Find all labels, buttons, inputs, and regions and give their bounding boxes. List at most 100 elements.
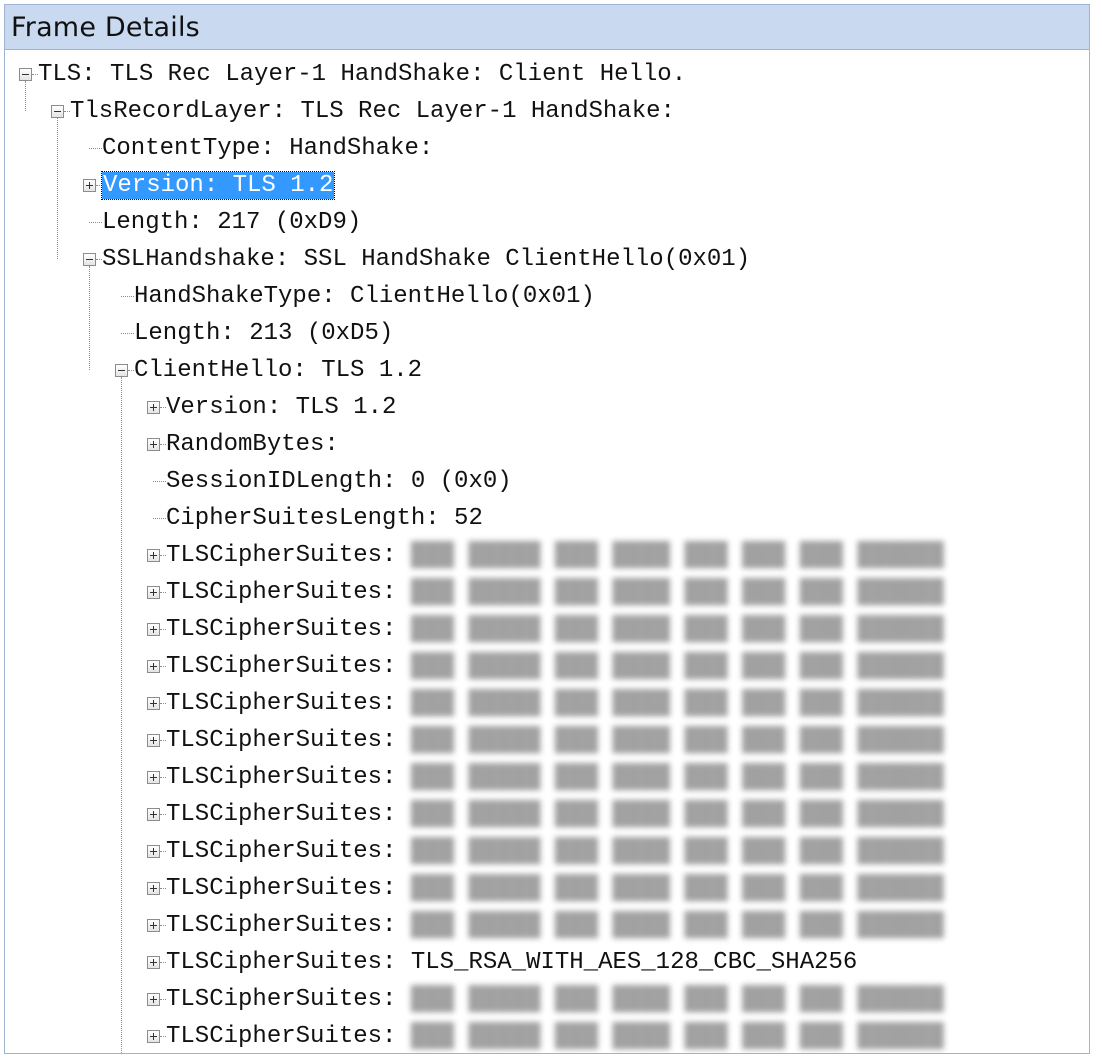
tree-node-label: TLSCipherSuites:: [166, 912, 411, 939]
redacted-cipher-suite-value: ███ █████ ███ ████ ███ ███ ███ ██████: [410, 801, 944, 828]
tree-row[interactable]: TLSCipherSuites: TLS_RSA_WITH_AES_128_CB…: [5, 944, 1089, 981]
tree-row[interactable]: TLSCipherSuites: ███ █████ ███ ████ ███ …: [5, 796, 1089, 833]
tree-node-label: TLSCipherSuites:: [166, 690, 411, 717]
tree-row[interactable]: TLSCipherSuites: ███ █████ ███ ████ ███ …: [5, 722, 1089, 759]
tree-node-label: SessionIDLength: 0 (0x0): [166, 468, 512, 495]
redacted-cipher-suite-value: ███ █████ ███ ████ ███ ███ ███ ██████: [410, 875, 944, 902]
tree-connector: [57, 118, 58, 259]
tree-row[interactable]: TLSCipherSuites: ███ █████ ███ ████ ███ …: [5, 685, 1089, 722]
tree-node-label: Version: TLS 1.2: [100, 167, 336, 204]
expand-plus-icon[interactable]: [147, 919, 160, 932]
expand-plus-icon[interactable]: [147, 401, 160, 414]
redacted-cipher-suite-value: ███ █████ ███ ████ ███ ███ ███ ██████: [410, 764, 944, 791]
tree-node-label: ClientHello: TLS 1.2: [134, 357, 423, 384]
expand-plus-icon[interactable]: [147, 697, 160, 710]
tree-connector: [121, 296, 134, 297]
expand-plus-icon[interactable]: [147, 549, 160, 562]
tree-node-label: TLSCipherSuites:: [166, 838, 411, 865]
expand-plus-icon[interactable]: [147, 438, 160, 451]
tree-node-label: TLSCipherSuites:: [166, 949, 411, 976]
redacted-cipher-suite-value: ███ █████ ███ ████ ███ ███ ███ ██████: [410, 838, 944, 865]
tree-row[interactable]: RandomBytes:: [5, 426, 1089, 463]
tree-row[interactable]: TLSCipherSuites: ███ █████ ███ ████ ███ …: [5, 759, 1089, 796]
tree-node-label: TLSCipherSuites:: [166, 875, 411, 902]
tree-node-label: TLSCipherSuites:: [166, 653, 411, 680]
tree-node-label: TLSCipherSuites:: [166, 1023, 411, 1050]
tree-node-label: TLSCipherSuites:: [166, 986, 411, 1013]
frame-details-panel: Frame Details TLS: TLS Rec Layer-1 HandS…: [4, 4, 1090, 1054]
collapse-minus-icon[interactable]: [51, 105, 64, 118]
tree-node-label: Length: 217 (0xD9): [102, 209, 362, 236]
tree-connector: [89, 222, 102, 223]
tree-row[interactable]: TLSCipherSuites: ███ █████ ███ ████ ███ …: [5, 907, 1089, 944]
expand-plus-icon[interactable]: [147, 734, 160, 747]
selected-node-label[interactable]: Version: TLS 1.2: [100, 171, 336, 200]
tree-row[interactable]: CipherSuitesLength: 52: [5, 500, 1089, 537]
tree-row[interactable]: TLSCipherSuites: ███ █████ ███ ████ ███ …: [5, 648, 1089, 685]
expand-plus-icon[interactable]: [147, 771, 160, 784]
tree-node-label: TLS: TLS Rec Layer-1 HandShake: Client H…: [38, 61, 687, 88]
tree-connector: [25, 81, 26, 111]
tree-node-label: Version: TLS 1.2: [166, 394, 397, 421]
tree-row[interactable]: TLS: TLS Rec Layer-1 HandShake: Client H…: [5, 56, 1089, 93]
tree-node-label: ContentType: HandShake:: [102, 135, 434, 162]
tree-row[interactable]: TLSCipherSuites: ███ █████ ███ ████ ███ …: [5, 833, 1089, 870]
tree-row[interactable]: Length: 213 (0xD5): [5, 315, 1089, 352]
tree-connector: [89, 148, 102, 149]
tree-row[interactable]: Version: TLS 1.2: [5, 389, 1089, 426]
tree-row[interactable]: TLSCipherSuites: ███ █████ ███ ████ ███ …: [5, 611, 1089, 648]
expand-plus-icon[interactable]: [83, 179, 96, 192]
redacted-cipher-suite-value: ███ █████ ███ ████ ███ ███ ███ ██████: [410, 690, 944, 717]
redacted-cipher-suite-value: ███ █████ ███ ████ ███ ███ ███ ██████: [410, 727, 944, 754]
tree-connector: [121, 333, 134, 334]
tree-row[interactable]: ClientHello: TLS 1.2: [5, 352, 1089, 389]
collapse-minus-icon[interactable]: [19, 68, 32, 81]
tree-row[interactable]: TlsRecordLayer: TLS Rec Layer-1 HandShak…: [5, 93, 1089, 130]
tree-row[interactable]: Length: 217 (0xD9): [5, 204, 1089, 241]
tree-row[interactable]: TLSCipherSuites: ███ █████ ███ ████ ███ …: [5, 1018, 1089, 1053]
tree-node-label: TLSCipherSuites:: [166, 579, 411, 606]
tree-row[interactable]: HandShakeType: ClientHello(0x01): [5, 278, 1089, 315]
tree-connector: [153, 518, 166, 519]
expand-plus-icon[interactable]: [147, 993, 160, 1006]
redacted-cipher-suite-value: ███ █████ ███ ████ ███ ███ ███ ██████: [410, 579, 944, 606]
panel-title: Frame Details: [5, 5, 1089, 50]
tree-row[interactable]: TLSCipherSuites: ███ █████ ███ ████ ███ …: [5, 537, 1089, 574]
tree-row[interactable]: SSLHandshake: SSL HandShake ClientHello(…: [5, 241, 1089, 278]
tree-node-label: TLSCipherSuites:: [166, 542, 411, 569]
expand-plus-icon[interactable]: [147, 808, 160, 821]
tree-node-label: TlsRecordLayer: TLS Rec Layer-1 HandShak…: [70, 98, 675, 125]
tree-node-label: HandShakeType: ClientHello(0x01): [134, 283, 595, 310]
expand-plus-icon[interactable]: [147, 1030, 160, 1043]
redacted-cipher-suite-value: ███ █████ ███ ████ ███ ███ ███ ██████: [410, 653, 944, 680]
tree-node-label: TLSCipherSuites:: [166, 764, 411, 791]
expand-plus-icon[interactable]: [147, 845, 160, 858]
tree-node-label: SSLHandshake: SSL HandShake ClientHello(…: [102, 246, 751, 273]
tree-row[interactable]: Version: TLS 1.2: [5, 167, 1089, 204]
tree-row[interactable]: TLSCipherSuites: ███ █████ ███ ████ ███ …: [5, 981, 1089, 1018]
expand-plus-icon[interactable]: [147, 586, 160, 599]
cipher-suite-value: TLS_RSA_WITH_AES_128_CBC_SHA256: [410, 949, 858, 976]
tree-row[interactable]: TLSCipherSuites: ███ █████ ███ ████ ███ …: [5, 574, 1089, 611]
tree-connector: [153, 481, 166, 482]
tree-node-label: TLSCipherSuites:: [166, 616, 411, 643]
tree-node-label: CipherSuitesLength: 52: [166, 505, 483, 532]
redacted-cipher-suite-value: ███ █████ ███ ████ ███ ███ ███ ██████: [410, 1023, 944, 1050]
tree-node-label: TLSCipherSuites:: [166, 727, 411, 754]
tree-row[interactable]: ContentType: HandShake:: [5, 130, 1089, 167]
tree-connector: [121, 377, 122, 1053]
expand-plus-icon[interactable]: [147, 882, 160, 895]
collapse-minus-icon[interactable]: [115, 364, 128, 377]
redacted-cipher-suite-value: ███ █████ ███ ████ ███ ███ ███ ██████: [410, 616, 944, 643]
redacted-cipher-suite-value: ███ █████ ███ ████ ███ ███ ███ ██████: [410, 986, 944, 1013]
tree-row[interactable]: TLSCipherSuites: ███ █████ ███ ████ ███ …: [5, 870, 1089, 907]
tree-row[interactable]: SessionIDLength: 0 (0x0): [5, 463, 1089, 500]
tree-node-label: TLSCipherSuites:: [166, 801, 411, 828]
tree-node-label: RandomBytes:: [166, 431, 339, 458]
expand-plus-icon[interactable]: [147, 660, 160, 673]
expand-plus-icon[interactable]: [147, 623, 160, 636]
expand-plus-icon[interactable]: [147, 956, 160, 969]
collapse-minus-icon[interactable]: [83, 253, 96, 266]
tree-node-label: Length: 213 (0xD5): [134, 320, 394, 347]
redacted-cipher-suite-value: ███ █████ ███ ████ ███ ███ ███ ██████: [410, 912, 944, 939]
